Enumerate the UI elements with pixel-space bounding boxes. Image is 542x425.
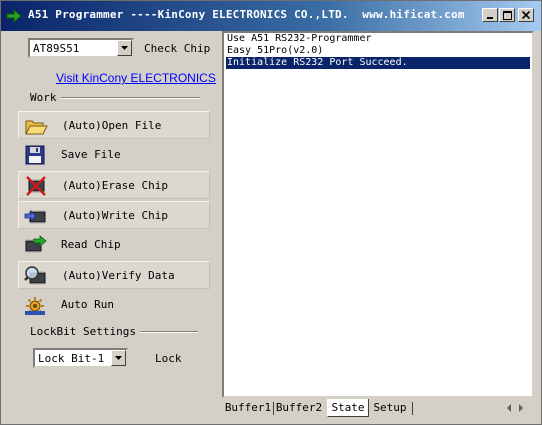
read-chip-label: Read Chip — [61, 238, 121, 251]
check-chip-button[interactable]: Check Chip — [144, 42, 210, 55]
open-file-label: (Auto)Open File — [62, 119, 162, 132]
log-line: Use A51 RS232-Programmer — [227, 33, 372, 44]
tab-setup[interactable]: Setup — [370, 399, 410, 417]
write-chip-icon — [24, 210, 46, 224]
auto-run-button[interactable]: Auto Run — [18, 291, 210, 319]
main-window: A51 Programmer ----KinCony ELECTRONICS C… — [0, 0, 542, 425]
tab-state[interactable]: State — [327, 399, 369, 417]
tab-separator — [412, 402, 413, 415]
chip-select[interactable]: AT89S51 — [28, 38, 134, 58]
window-title: A51 Programmer ----KinCony ELECTRONICS C… — [28, 8, 465, 21]
tab-separator — [273, 402, 274, 415]
verify-chip-icon — [24, 266, 46, 285]
open-folder-icon — [25, 120, 48, 135]
chip-select-value: AT89S51 — [33, 42, 80, 55]
title-bar[interactable]: A51 Programmer ----KinCony ELECTRONICS C… — [1, 1, 541, 31]
chevron-down-icon[interactable] — [111, 350, 126, 366]
verify-data-label: (Auto)Verify Data — [62, 269, 175, 282]
log-line-selected: Initialize RS232 Port Succeed. — [226, 57, 530, 69]
open-file-button[interactable]: (Auto)Open File — [18, 111, 210, 139]
green-arrow-icon — [6, 9, 22, 23]
lockbit-select[interactable]: Lock Bit-1 — [33, 348, 128, 368]
floppy-disk-icon — [25, 145, 45, 165]
erase-chip-button[interactable]: (Auto)Erase Chip — [18, 171, 210, 199]
close-button[interactable] — [518, 8, 534, 22]
save-file-button[interactable]: Save File — [18, 141, 210, 169]
tab-scroll-right-icon[interactable] — [516, 402, 526, 414]
maximize-icon — [502, 10, 512, 20]
read-chip-icon — [25, 235, 47, 253]
write-chip-button[interactable]: (Auto)Write Chip — [18, 201, 210, 229]
state-log-panel[interactable]: Use A51 RS232-Programmer Easy 51Pro(v2.0… — [222, 31, 534, 398]
read-chip-button[interactable]: Read Chip — [18, 231, 210, 259]
lockbit-select-value: Lock Bit-1 — [38, 352, 105, 365]
save-file-label: Save File — [61, 148, 121, 161]
lock-button[interactable]: Lock — [155, 352, 182, 365]
lockbit-group-label: LockBit Settings — [30, 325, 140, 338]
maximize-button[interactable] — [499, 8, 515, 22]
work-group-label: Work — [30, 91, 61, 104]
write-chip-label: (Auto)Write Chip — [62, 209, 168, 222]
erase-chip-icon — [26, 176, 46, 196]
tab-scroll-left-icon[interactable] — [504, 402, 514, 414]
verify-data-button[interactable]: (Auto)Verify Data — [18, 261, 210, 289]
erase-chip-label: (Auto)Erase Chip — [62, 179, 168, 192]
tab-buffer1[interactable]: Buffer1 — [224, 399, 272, 417]
auto-run-label: Auto Run — [61, 298, 114, 311]
chevron-down-icon[interactable] — [117, 40, 132, 56]
minimize-button[interactable] — [482, 8, 498, 22]
minimize-icon — [487, 17, 493, 19]
close-icon — [522, 11, 530, 19]
control-panel: AT89S51 Check Chip Visit KinCony ELECTRO… — [1, 31, 218, 424]
tab-buffer2[interactable]: Buffer2 — [275, 399, 323, 417]
log-line: Easy 51Pro(v2.0) — [227, 45, 324, 56]
tab-strip: Buffer1 Buffer2 State Setup — [222, 399, 534, 419]
auto-run-icon — [25, 297, 45, 315]
visit-kincony-link[interactable]: Visit KinCony ELECTRONICS — [56, 71, 216, 85]
